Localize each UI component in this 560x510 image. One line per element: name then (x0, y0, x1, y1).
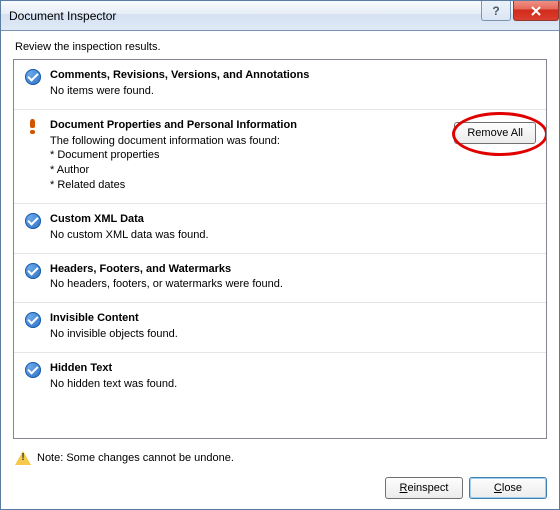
check-icon (25, 312, 41, 328)
close-button[interactable]: Close (469, 477, 547, 499)
section-title: Invisible Content (50, 311, 536, 326)
window-title: Document Inspector (9, 9, 481, 23)
remove-all-button[interactable]: Remove All (454, 122, 536, 144)
check-icon (25, 263, 41, 279)
check-icon (25, 69, 41, 85)
section-hiddentext: Hidden Text No hidden text was found. (14, 353, 546, 402)
reinspect-button[interactable]: Reinspect (385, 477, 463, 499)
note-row: Note: Some changes cannot be undone. (15, 451, 547, 465)
footer-buttons: Reinspect Close (13, 477, 547, 499)
section-body: Custom XML Data No custom XML data was f… (42, 212, 536, 243)
section-customxml: Custom XML Data No custom XML data was f… (14, 204, 546, 254)
check-icon (25, 213, 41, 229)
dialog-body: Review the inspection results. Comments,… (1, 31, 559, 509)
check-icon (25, 362, 41, 378)
titlebar: Document Inspector ? (1, 1, 559, 31)
warning-icon (15, 451, 31, 465)
section-detail: No items were found. (50, 84, 536, 99)
section-body: Comments, Revisions, Versions, and Annot… (42, 68, 536, 99)
dialog-footer: Note: Some changes cannot be undone. Rei… (13, 439, 547, 499)
status-icon (24, 311, 42, 342)
section-title: Headers, Footers, and Watermarks (50, 262, 536, 277)
section-body: Hidden Text No hidden text was found. (42, 361, 536, 392)
results-panel: Comments, Revisions, Versions, and Annot… (13, 59, 547, 439)
section-body: Document Properties and Personal Informa… (42, 118, 448, 193)
titlebar-buttons: ? (481, 1, 559, 30)
window-close-button[interactable] (513, 1, 559, 21)
section-title: Document Properties and Personal Informa… (50, 118, 448, 133)
help-button[interactable]: ? (481, 1, 511, 21)
status-icon (24, 68, 42, 99)
exclamation-icon (30, 119, 36, 133)
section-body: Invisible Content No invisible objects f… (42, 311, 536, 342)
section-docprops: Document Properties and Personal Informa… (14, 110, 546, 204)
section-headers: Headers, Footers, and Watermarks No head… (14, 254, 546, 304)
section-detail: No invisible objects found. (50, 327, 536, 342)
section-action: Remove All (448, 118, 536, 193)
section-detail: No headers, footers, or watermarks were … (50, 277, 536, 292)
section-invisible: Invisible Content No invisible objects f… (14, 303, 546, 353)
section-detail: No custom XML data was found. (50, 228, 536, 243)
section-title: Comments, Revisions, Versions, and Annot… (50, 68, 536, 83)
section-body: Headers, Footers, and Watermarks No head… (42, 262, 536, 293)
instruction-text: Review the inspection results. (15, 41, 547, 53)
section-comments: Comments, Revisions, Versions, and Annot… (14, 60, 546, 110)
status-icon (24, 361, 42, 392)
dialog-window: Document Inspector ? Review the inspecti… (0, 0, 560, 510)
section-title: Hidden Text (50, 361, 536, 376)
help-icon: ? (492, 4, 499, 18)
section-detail: No hidden text was found. (50, 377, 536, 392)
note-text: Note: Some changes cannot be undone. (37, 452, 234, 464)
status-icon (24, 118, 42, 193)
section-detail: The following document information was f… (50, 134, 448, 193)
status-icon (24, 262, 42, 293)
close-icon (530, 6, 542, 16)
status-icon (24, 212, 42, 243)
section-title: Custom XML Data (50, 212, 536, 227)
